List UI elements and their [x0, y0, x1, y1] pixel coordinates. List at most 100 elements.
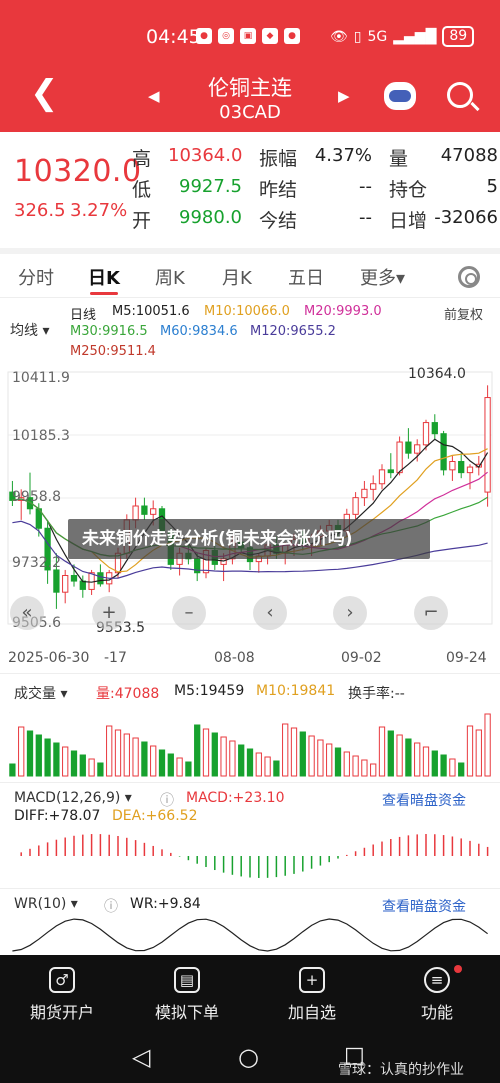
- tab-more[interactable]: 更多▾: [360, 264, 405, 290]
- volume-bar: [70, 750, 78, 777]
- search-icon[interactable]: [447, 82, 473, 108]
- ma-selector[interactable]: 均线 ▾: [10, 320, 49, 340]
- nav-functions[interactable]: ≡ 功能: [387, 967, 487, 1023]
- app-header: 04:45 ● ◎ ▣ ◆ ● 👁 ▯ 5G ▂▄▆█ 89 ❮ ◀ 伦铜主连 …: [0, 0, 500, 132]
- amp-label: 振幅: [259, 148, 298, 170]
- fullscreen-icon[interactable]: ⌐: [414, 596, 448, 630]
- nav-label: 期货开户: [29, 1003, 94, 1022]
- volume-bar: [238, 744, 245, 777]
- back-icon[interactable]: ❮: [30, 76, 59, 110]
- notification-dot: [454, 965, 462, 973]
- candle-body: [132, 505, 139, 521]
- candle-body: [458, 461, 465, 474]
- volume-bar: [458, 762, 465, 777]
- system-home-icon[interactable]: ○: [238, 1043, 259, 1071]
- candle-body: [220, 558, 227, 565]
- ma60-label: M60:9834.6: [160, 324, 238, 339]
- line-type-label: 日线: [70, 308, 97, 323]
- settle-value: --: [359, 207, 372, 228]
- x-tick-2: -17: [104, 650, 127, 666]
- volume-bar: [308, 735, 315, 777]
- period-tabs: 分时 日K 周K 月K 五日 更多▾: [0, 254, 500, 298]
- scroll-right-icon[interactable]: ›: [333, 596, 367, 630]
- volume-bar: [255, 752, 262, 777]
- adjust-mode[interactable]: 前复权: [444, 304, 483, 323]
- settings-icon[interactable]: [458, 266, 480, 288]
- volume-bar: [88, 758, 95, 777]
- tab-weekly[interactable]: 周K: [155, 264, 185, 290]
- last-price: 10320.0: [14, 154, 142, 189]
- volume-bar: [290, 727, 298, 777]
- volume-bar: [431, 750, 438, 777]
- amp-value: 4.37%: [314, 145, 372, 166]
- scroll-left-icon[interactable]: ‹: [253, 596, 287, 630]
- ma30-label: M30:9916.5: [70, 324, 148, 339]
- volume-bar: [422, 746, 430, 777]
- candle-body: [370, 483, 377, 490]
- ma5-label: M5:10051.6: [112, 304, 190, 319]
- dark-pool-link[interactable]: 查看暗盘资金: [382, 896, 466, 916]
- y-tick-2: 10185.3: [12, 428, 70, 444]
- volume-bar: [299, 731, 306, 777]
- volume-bar: [18, 726, 25, 777]
- watermark: 雪球：认真的抄作业: [338, 1062, 464, 1078]
- volume-bar: [387, 730, 394, 777]
- prev-contract-icon[interactable]: ◀: [148, 87, 160, 105]
- zoom-in-icon[interactable]: +: [92, 596, 126, 630]
- help-icon[interactable]: ⓘ: [160, 790, 174, 810]
- candle-body: [449, 461, 456, 471]
- wr-selector[interactable]: WR(10) ▾: [14, 896, 78, 912]
- rewind-icon[interactable]: «: [10, 596, 44, 630]
- volume-bar: [53, 742, 60, 777]
- battery-level: 89: [442, 26, 475, 47]
- volume-value: 量:47088: [96, 686, 160, 702]
- system-back-icon[interactable]: ◁: [132, 1043, 150, 1071]
- volume-selector[interactable]: 成交量 ▾: [14, 683, 67, 703]
- candle-body: [53, 569, 60, 593]
- prev-settle-value: --: [359, 176, 372, 197]
- status-right: 👁 ▯ 5G ▂▄▆█ 89: [330, 26, 475, 47]
- next-contract-icon[interactable]: ▶: [338, 87, 350, 105]
- tab-intraday[interactable]: 分时: [18, 264, 54, 290]
- candle-body: [466, 466, 474, 474]
- nav-simulate-order[interactable]: ▤ 模拟下单: [137, 967, 237, 1023]
- divider: [0, 782, 500, 783]
- low-value: 9927.5: [179, 176, 242, 197]
- tab-daily[interactable]: 日K: [88, 264, 120, 295]
- help-icon[interactable]: ⓘ: [104, 896, 118, 916]
- contract-code: 03CAD: [219, 102, 281, 123]
- price-change: 326.5: [14, 200, 66, 221]
- menu-icon: ≡: [424, 967, 450, 993]
- candle-body: [387, 469, 394, 474]
- high-marker: 10364.0: [408, 366, 466, 382]
- nav-row: ❮ ◀ 伦铜主连 03CAD ▶: [0, 62, 500, 126]
- page-title: 伦铜主连: [208, 76, 292, 100]
- candle-body: [431, 422, 438, 435]
- wr-chart: [12, 918, 488, 952]
- volume-bar: [44, 738, 51, 777]
- app-notification-icon: ▣: [240, 28, 256, 44]
- volume-bar: [176, 757, 183, 777]
- tab-five-day[interactable]: 五日: [288, 264, 324, 290]
- macd-chart: [20, 834, 489, 878]
- macd-selector[interactable]: MACD(12,26,9) ▾: [14, 790, 132, 806]
- tab-monthly[interactable]: 月K: [222, 264, 252, 290]
- robot-assistant-icon[interactable]: [384, 82, 416, 110]
- nav-add-watchlist[interactable]: + 加自选: [262, 967, 362, 1023]
- nav-open-account[interactable]: ♂ 期货开户: [12, 967, 112, 1023]
- candle-body: [396, 441, 403, 474]
- candle-body: [414, 444, 421, 454]
- zoom-out-icon[interactable]: –: [172, 596, 206, 630]
- divider: [0, 888, 500, 889]
- candle-body: [361, 488, 368, 499]
- x-tick-1: 2025-06-30: [8, 650, 90, 666]
- volume-bar: [194, 724, 201, 777]
- status-time: 04:45: [146, 26, 201, 48]
- macd-value: MACD:+23.10: [186, 790, 285, 806]
- dark-pool-link[interactable]: 查看暗盘资金: [382, 790, 466, 810]
- article-banner[interactable]: 未来铜价走势分析(铜未来会涨价吗): [68, 519, 430, 559]
- volume-bar: [62, 746, 69, 777]
- quote-panel: 10320.0 326.5 3.27% 高 10364.0 低 9927.5 开…: [0, 132, 500, 244]
- volume-bar: [211, 732, 218, 777]
- open-label: 开: [132, 210, 152, 232]
